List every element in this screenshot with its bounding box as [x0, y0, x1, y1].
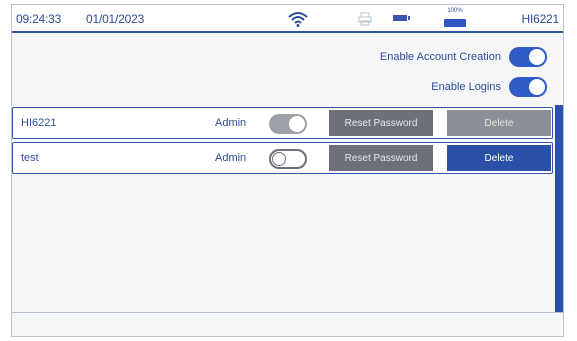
delete-button[interactable]: Delete: [447, 145, 551, 171]
user-row: HI6221 Admin Reset Password Delete: [12, 107, 553, 139]
enable-account-creation-setting: Enable Account Creation: [380, 47, 547, 67]
scrollbar[interactable]: [555, 105, 563, 312]
screen-frame: 09:24:33 01/01/2023 100% HI6221 Enable A…: [11, 4, 564, 337]
delete-button: Delete: [447, 110, 551, 136]
user-role: Admin: [215, 152, 247, 164]
admin-toggle[interactable]: [269, 149, 307, 169]
toggle-knob: [289, 116, 305, 132]
toggle-knob: [529, 49, 545, 65]
user-name: HI6221: [21, 117, 57, 129]
status-date: 01/01/2023: [86, 12, 145, 26]
user-role: Admin: [215, 117, 247, 129]
enable-account-creation-toggle[interactable]: [509, 47, 547, 67]
battery-small-icon: [393, 15, 410, 21]
footer-divider: [12, 312, 563, 313]
enable-logins-toggle[interactable]: [509, 77, 547, 97]
enable-logins-label: Enable Logins: [431, 81, 501, 93]
status-bar: 09:24:33 01/01/2023 100% HI6221: [12, 5, 563, 33]
admin-toggle: [269, 114, 307, 134]
toggle-knob: [529, 79, 545, 95]
reset-password-button: Reset Password: [329, 110, 433, 136]
user-name: test: [21, 152, 39, 164]
enable-logins-setting: Enable Logins: [431, 77, 547, 97]
toggle-knob: [272, 152, 286, 166]
printer-icon: [358, 12, 372, 31]
enable-account-creation-label: Enable Account Creation: [379, 51, 501, 63]
status-time: 09:24:33: [16, 12, 62, 26]
user-row: test Admin Reset Password Delete: [12, 142, 553, 174]
wifi-icon: [288, 11, 308, 32]
battery-bar: [444, 19, 466, 27]
reset-password-button: Reset Password: [329, 145, 433, 171]
battery-percent: 100%: [447, 8, 463, 14]
device-name: HI6221: [521, 12, 560, 26]
battery-icon: 100%: [442, 8, 468, 30]
